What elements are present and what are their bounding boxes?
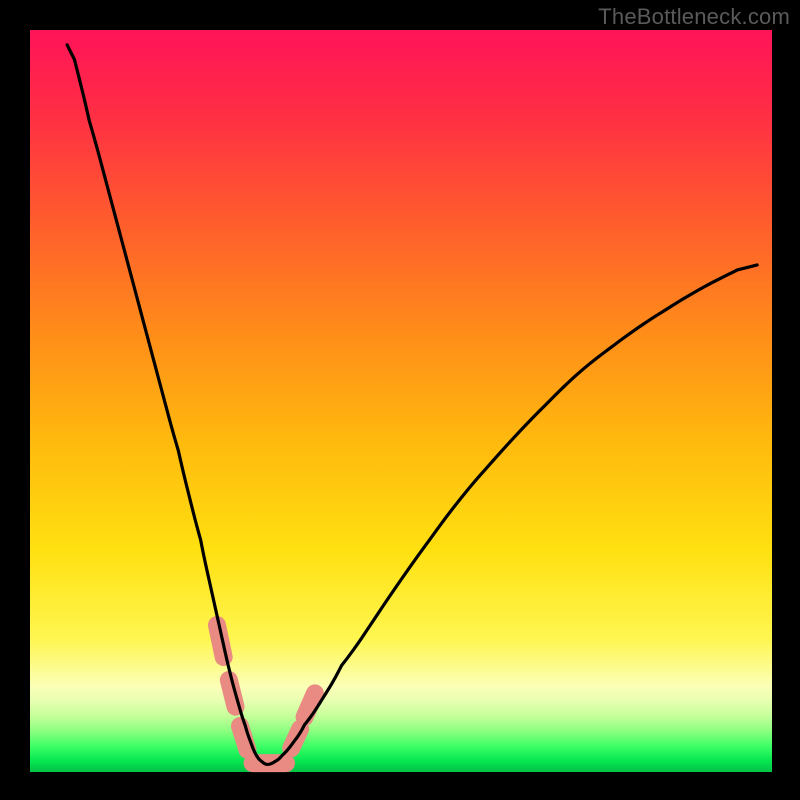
bottleneck-chart <box>0 0 800 800</box>
watermark-text: TheBottleneck.com <box>598 4 790 30</box>
chart-stage: TheBottleneck.com <box>0 0 800 800</box>
plot-background <box>30 30 772 772</box>
